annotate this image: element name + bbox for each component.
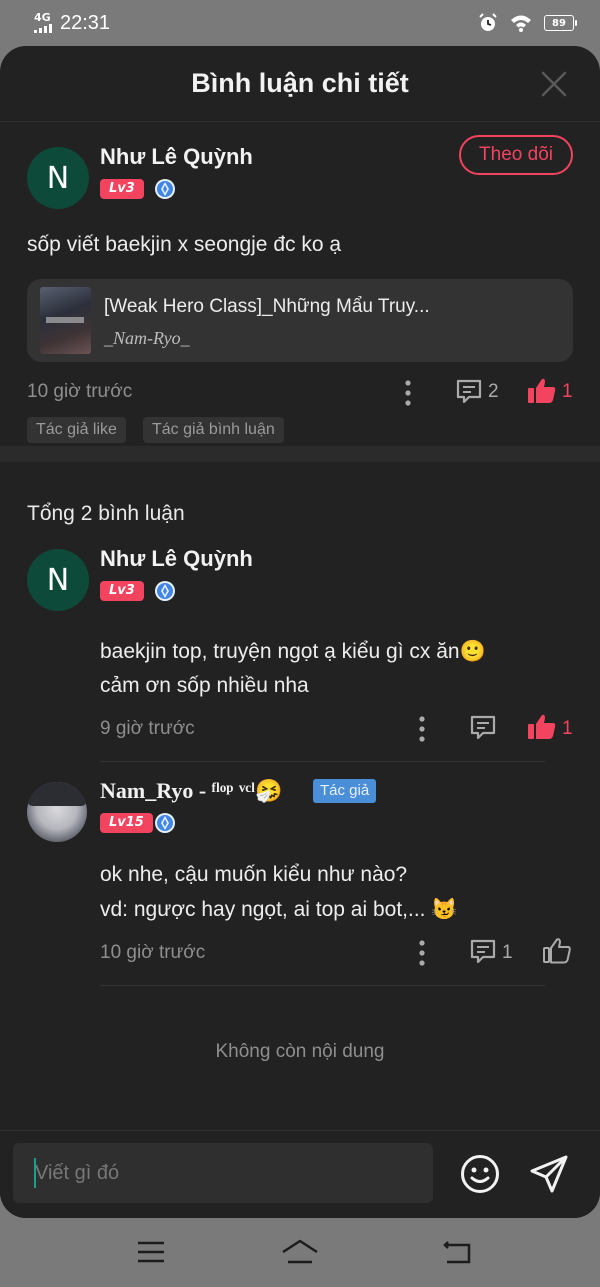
avatar-letter: N xyxy=(46,562,70,598)
avatar[interactable]: N xyxy=(27,147,89,209)
avatar-letter: N xyxy=(46,160,70,196)
username[interactable]: Nam_Ryo - ᶠˡᵒᵖ ᵛᶜˡ🤧 xyxy=(100,778,282,804)
author-badge: Tác giả xyxy=(313,779,377,803)
username[interactable]: Như Lê Quỳnh xyxy=(100,546,253,572)
alarm-icon xyxy=(479,13,497,31)
text-cursor xyxy=(34,1158,36,1188)
tag-author-like: Tác giả like xyxy=(27,417,126,443)
end-of-list-label: Không còn nội dung xyxy=(215,1041,385,1062)
battery-level: 89 xyxy=(552,17,566,29)
comment-icon[interactable] xyxy=(455,378,483,406)
story-cover xyxy=(40,287,91,354)
like-icon[interactable] xyxy=(527,377,557,405)
reply-count: 1 xyxy=(502,942,513,963)
emoji-icon[interactable] xyxy=(459,1153,501,1195)
reply-text-line-2: cảm ơn sốp nhiều nha xyxy=(100,674,309,697)
avatar[interactable]: N xyxy=(27,549,89,611)
wifi-icon xyxy=(511,15,531,32)
network-type: 4G xyxy=(34,11,51,24)
more-icon[interactable] xyxy=(398,378,418,408)
comment-icon[interactable] xyxy=(469,938,497,966)
level-badge: Lv3 xyxy=(100,179,144,199)
battery-icon: 89 xyxy=(544,15,577,31)
divider xyxy=(100,985,545,986)
level-badge: Lv15 xyxy=(100,813,153,833)
like-outline-icon[interactable] xyxy=(542,937,572,965)
reply-time: 10 giờ trước xyxy=(100,942,206,963)
clock: 22:31 xyxy=(60,11,111,34)
comment-input-bar xyxy=(0,1130,600,1218)
comment-time: 10 giờ trước xyxy=(27,381,133,402)
tag-author-comment: Tác giả bình luận xyxy=(143,417,284,443)
like-count: 1 xyxy=(562,718,573,739)
vip-diamond-icon xyxy=(155,581,175,601)
follow-button[interactable]: Theo dõi xyxy=(459,135,573,175)
story-title: [Weak Hero Class]_Những Mẩu Truy... xyxy=(104,296,430,317)
comment-text: sốp viết baekjin x seongje đc ko ạ xyxy=(27,233,342,256)
story-card[interactable]: [Weak Hero Class]_Những Mẩu Truy... _Nam… xyxy=(27,279,573,362)
status-bar: 4G 22:31 89 xyxy=(0,0,600,46)
story-author: _Nam-Ryo_ xyxy=(104,328,190,348)
more-icon[interactable] xyxy=(412,938,432,968)
level-badge: Lv3 xyxy=(100,581,144,601)
reply-text-line-2: vd: ngược hay ngọt, ai top ai bot,... 😼 xyxy=(100,898,458,921)
home-icon[interactable] xyxy=(280,1238,320,1266)
reply-text-line-1: baekjin top, truyện ngọt ạ kiểu gì cx ăn… xyxy=(100,640,486,663)
avatar[interactable] xyxy=(27,782,87,842)
menu-icon[interactable] xyxy=(136,1240,166,1264)
reply-count: 2 xyxy=(488,381,499,402)
signal-icon: 4G xyxy=(34,11,52,33)
reply-text-line-1: ok nhe, cậu muốn kiểu như nào? xyxy=(100,863,408,886)
comment-detail-sheet: Bình luận chi tiết N Như Lê Quỳnh Lv3 Th… xyxy=(0,46,600,1218)
vip-diamond-icon xyxy=(155,179,175,199)
more-icon[interactable] xyxy=(412,714,432,744)
send-icon[interactable] xyxy=(528,1153,570,1195)
like-icon[interactable] xyxy=(527,713,557,741)
system-nav-bar xyxy=(0,1218,600,1287)
back-icon[interactable] xyxy=(442,1238,472,1266)
divider xyxy=(100,761,545,762)
close-icon[interactable] xyxy=(540,70,568,98)
main-comment: N Như Lê Quỳnh Lv3 Theo dõi sốp viết bae… xyxy=(0,122,600,462)
username[interactable]: Như Lê Quỳnh xyxy=(100,144,253,170)
vip-diamond-icon xyxy=(155,813,175,833)
comment-input[interactable] xyxy=(13,1143,433,1203)
page-title: Bình luận chi tiết xyxy=(191,68,409,98)
reply-time: 9 giờ trước xyxy=(100,718,195,739)
comment-icon[interactable] xyxy=(469,714,497,742)
sheet-header: Bình luận chi tiết xyxy=(0,46,600,122)
total-comments-label: Tổng 2 bình luận xyxy=(27,502,185,525)
like-count: 1 xyxy=(562,381,573,402)
